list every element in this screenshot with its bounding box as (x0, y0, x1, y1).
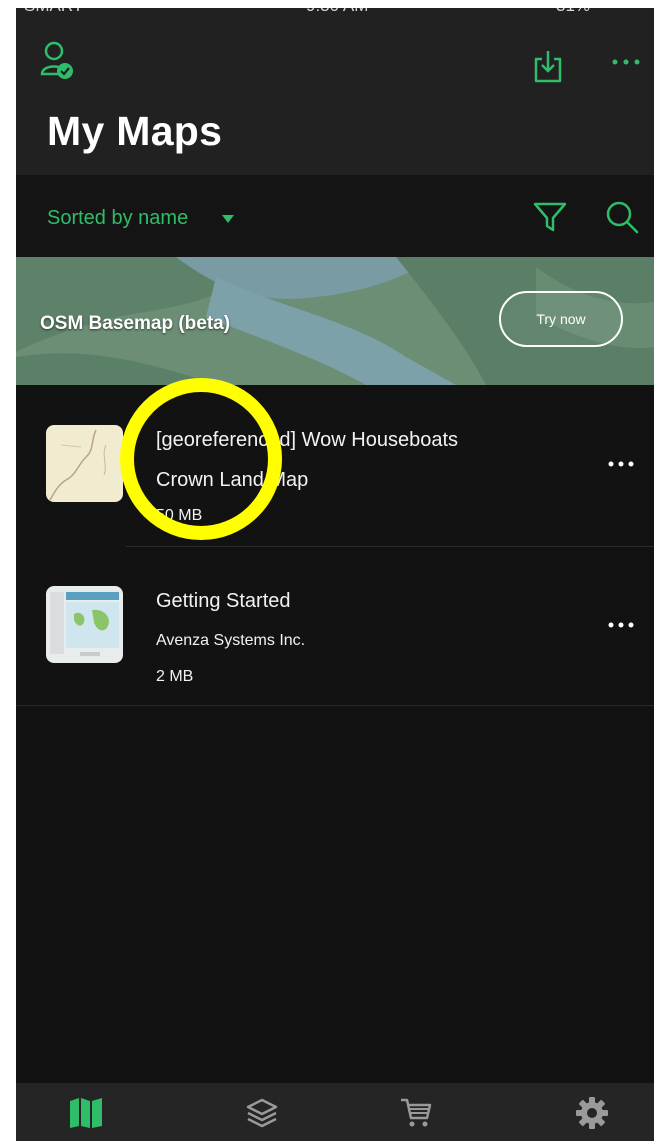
gear-icon[interactable] (572, 1095, 612, 1131)
map-thumbnail (46, 425, 123, 502)
map-list-item[interactable]: [georeferenced] Wow Houseboats Crown Lan… (16, 385, 654, 543)
tab-bar (16, 1083, 654, 1141)
map-size: 50 MB (156, 507, 203, 524)
caret-down-icon[interactable] (222, 215, 234, 223)
page-title: My Maps (47, 108, 223, 154)
download-tray-icon[interactable] (528, 46, 568, 86)
map-list-item[interactable]: Getting Started Avenza Systems Inc. 2 MB (16, 546, 654, 704)
cart-icon[interactable] (396, 1095, 436, 1131)
list-divider (16, 705, 654, 706)
layers-icon[interactable] (242, 1095, 282, 1131)
osm-basemap-banner[interactable]: OSM Basemap (beta) Try now (16, 257, 654, 385)
filter-funnel-icon[interactable] (530, 197, 570, 237)
more-horizontal-icon[interactable] (608, 50, 644, 74)
try-now-button[interactable]: Try now (499, 291, 623, 347)
banner-title: OSM Basemap (beta) (40, 313, 231, 334)
map-publisher: Avenza Systems Inc. (156, 632, 306, 649)
header: My Maps (16, 8, 654, 175)
battery-percent: 31% (556, 8, 590, 16)
map-title-line2: Crown Land Map (156, 469, 309, 491)
status-bar: SMART 9:30 AM 31% (16, 8, 654, 18)
account-check-icon[interactable] (38, 38, 78, 82)
sort-dropdown[interactable]: Sorted by name (47, 207, 188, 230)
app-screen: My Maps SMART 9:30 AM 31% Sorted by name (16, 8, 654, 1141)
map-title-line1: [georeferenced] Wow Houseboats (156, 429, 459, 451)
more-options-icon[interactable] (601, 452, 641, 476)
carrier-label: SMART (24, 8, 83, 16)
sort-bar: Sorted by name (16, 175, 654, 257)
map-size: 2 MB (156, 668, 194, 685)
more-options-icon[interactable] (601, 613, 641, 637)
map-title: Getting Started (156, 590, 291, 612)
clock: 9:30 AM (306, 8, 368, 16)
search-icon[interactable] (602, 197, 642, 237)
map-thumbnail (46, 586, 123, 663)
map-icon[interactable] (66, 1095, 106, 1131)
